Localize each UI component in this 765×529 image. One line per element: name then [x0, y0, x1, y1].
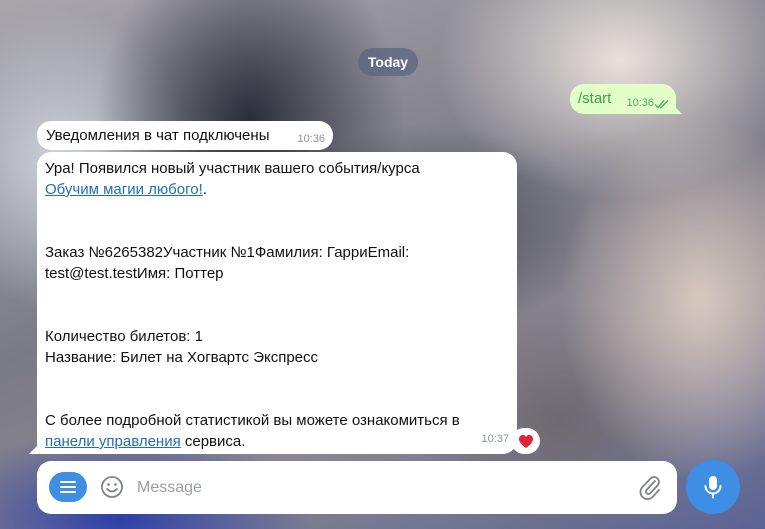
double-check-icon [654, 100, 669, 109]
outgoing-message-time: 10:36 [626, 97, 654, 109]
menu-icon [60, 481, 76, 493]
dashboard-link[interactable]: панели управления [45, 433, 181, 450]
incoming-message-time: 10:36 [297, 133, 325, 145]
message-line: С более подробной статистикой вы можете … [45, 412, 460, 429]
message-composer [37, 461, 677, 514]
microphone-icon [704, 476, 722, 499]
heart-icon [518, 434, 533, 448]
link-suffix: сервиса. [180, 433, 246, 450]
link-suffix: . [202, 181, 207, 198]
emoji-icon[interactable] [100, 475, 124, 499]
incoming-message-time: 10:37 [481, 433, 509, 445]
message-input[interactable] [137, 474, 617, 502]
outgoing-message[interactable]: /start 10:36 [570, 84, 676, 114]
message-line: Ура! Появился новый участник вашего собы… [45, 160, 420, 177]
reaction-badge[interactable] [511, 428, 540, 454]
date-separator: Today [358, 48, 418, 76]
paperclip-icon[interactable] [638, 474, 662, 500]
message-line: Обучим магии любого!. [45, 179, 509, 200]
outgoing-bubble-tail [672, 104, 682, 114]
message-line: Заказ №6265382Участник №1Фамилия: ГарриE… [45, 244, 410, 282]
incoming-bubble-tail [29, 444, 39, 454]
message-line: панели управления сервиса. [45, 431, 509, 452]
menu-button[interactable] [49, 472, 87, 502]
message-line: Количество билетов: 1 [45, 328, 203, 345]
message-line: Название: Билет на Хогвартс Экспресс [45, 349, 319, 366]
outgoing-message-text: /start [578, 90, 612, 107]
incoming-message[interactable]: Ура! Появился новый участник вашего собы… [37, 152, 517, 454]
incoming-message-text: Уведомления в чат подключены [46, 127, 270, 144]
incoming-message[interactable]: Уведомления в чат подключены 10:36 [37, 121, 333, 150]
date-label: Today [367, 54, 409, 70]
event-link[interactable]: Обучим магии любого! [45, 181, 203, 198]
microphone-button[interactable] [686, 460, 740, 514]
